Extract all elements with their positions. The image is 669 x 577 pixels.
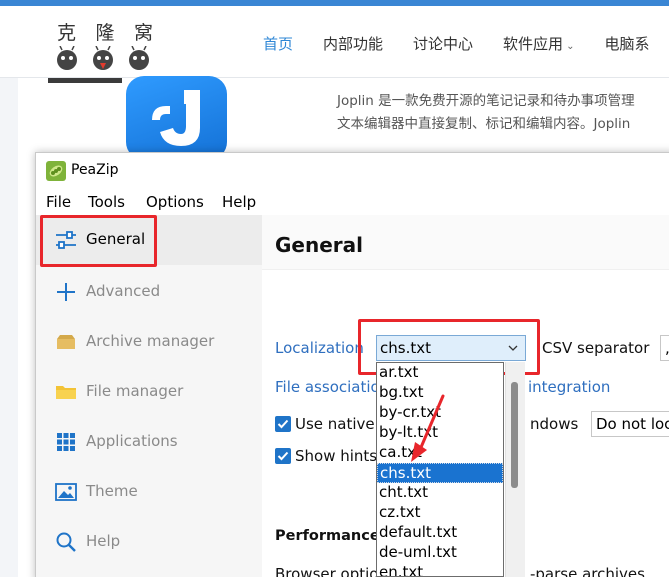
show-hints-label: Show hints bbox=[295, 447, 378, 465]
site-dark-strip bbox=[48, 78, 122, 83]
nav-internal-features[interactable]: 内部功能 bbox=[323, 33, 383, 54]
logo-char-3: 窝 bbox=[133, 22, 153, 44]
image-icon bbox=[55, 483, 77, 501]
logo-char-2: 隆 bbox=[95, 22, 115, 44]
sidebar-item-label: Archive manager bbox=[86, 332, 215, 350]
annotation-arrow-icon bbox=[411, 394, 445, 462]
menu-bar: File Tools Options Help bbox=[36, 189, 669, 215]
sidebar-item-theme[interactable]: Theme bbox=[36, 467, 262, 517]
dropdown-option-label: default.txt bbox=[379, 523, 458, 541]
logo-text: 克 隆 窝 bbox=[57, 18, 153, 45]
csv-separator-label: CSV separator bbox=[542, 339, 650, 357]
windows-select-value: Do not loc bbox=[596, 415, 669, 433]
windows-select[interactable]: Do not loc bbox=[591, 411, 669, 437]
sidebar-item-label: Applications bbox=[86, 432, 178, 450]
nav-home[interactable]: 首页 bbox=[263, 33, 293, 54]
sidebar-item-label: Help bbox=[86, 532, 121, 550]
archive-box-icon bbox=[57, 335, 75, 349]
folder-icon bbox=[56, 386, 76, 399]
sidebar-item-file-manager[interactable]: File manager bbox=[36, 367, 262, 417]
dropdown-option[interactable]: ar.txt bbox=[377, 363, 502, 383]
chevron-down-icon: ⌄ bbox=[566, 41, 575, 52]
dropdown-option[interactable]: cht.txt bbox=[377, 483, 502, 503]
preparse-archives-label: -parse archives bbox=[530, 565, 645, 577]
csv-separator-input[interactable]: , bbox=[660, 335, 669, 361]
article-line-1: Joplin 是一款免费开源的笔记记录和待办事项管理 bbox=[337, 93, 635, 109]
peazip-logo-icon bbox=[46, 161, 66, 181]
plus-icon bbox=[57, 283, 75, 301]
dropdown-option-label: cz.txt bbox=[379, 503, 421, 521]
sidebar-item-label: Theme bbox=[86, 482, 138, 500]
checkmark-icon bbox=[277, 451, 289, 461]
checkmark-icon bbox=[277, 419, 289, 429]
menu-options[interactable]: Options bbox=[146, 193, 204, 211]
joplin-app-icon bbox=[126, 76, 227, 160]
file-associations-link[interactable]: File associatio bbox=[275, 378, 380, 396]
panel-title: General bbox=[275, 233, 363, 257]
show-hints-checkbox[interactable] bbox=[275, 448, 291, 464]
dropdown-option-label: de-uml.txt bbox=[379, 543, 457, 561]
nav-computer[interactable]: 电脑系 bbox=[604, 33, 649, 54]
logo-faces-icon bbox=[57, 46, 149, 70]
dropdown-scrollbar-thumb[interactable] bbox=[511, 382, 518, 488]
options-sidebar: General Advanced Archive manager File ma… bbox=[36, 215, 262, 577]
sidebar-item-archive-manager[interactable]: Archive manager bbox=[36, 317, 262, 367]
nav-software-label: 软件应用 bbox=[503, 35, 564, 53]
window-title: PeaZip bbox=[71, 162, 119, 178]
panel-header: General bbox=[262, 215, 669, 270]
article-line-2: 文本编辑器中直接复制、标记和编辑内容。Joplin bbox=[337, 116, 631, 132]
magnifier-icon bbox=[56, 532, 76, 552]
menu-file[interactable]: File bbox=[46, 193, 71, 211]
article-text: Joplin 是一款免费开源的笔记记录和待办事项管理 文本编辑器中直接复制、标记… bbox=[337, 90, 635, 136]
grid-icon bbox=[57, 433, 75, 451]
use-native-checkbox[interactable] bbox=[275, 416, 291, 432]
logo-char-1: 克 bbox=[57, 22, 77, 44]
highlight-box-general bbox=[40, 215, 157, 267]
site-logo[interactable]: 克 隆 窝 bbox=[55, 16, 155, 72]
integration-link[interactable]: integration bbox=[528, 378, 610, 396]
window-titlebar[interactable]: PeaZip bbox=[36, 153, 669, 189]
sidebar-item-help[interactable]: Help bbox=[36, 517, 262, 567]
dropdown-option[interactable]: en.txt bbox=[377, 563, 502, 577]
sidebar-item-label: Advanced bbox=[86, 282, 161, 300]
dropdown-option[interactable]: cz.txt bbox=[377, 503, 502, 523]
dropdown-option[interactable]: default.txt bbox=[377, 523, 502, 543]
localization-link[interactable]: Localization bbox=[275, 339, 364, 357]
use-native-label: Use native bbox=[295, 415, 375, 433]
sidebar-item-applications[interactable]: Applications bbox=[36, 417, 262, 467]
menu-tools[interactable]: Tools bbox=[88, 193, 125, 211]
performance-heading: Performance bbox=[275, 528, 380, 544]
site-header: 克 隆 窝 首页 内部功能 讨论中心 软件应用 ⌄ 电脑系 bbox=[0, 6, 669, 78]
menu-help[interactable]: Help bbox=[222, 193, 256, 211]
csv-separator-value: , bbox=[665, 339, 669, 357]
sidebar-item-advanced[interactable]: Advanced bbox=[36, 267, 262, 317]
browser-options-label: Browser optio bbox=[275, 565, 379, 577]
site-nav: 首页 内部功能 讨论中心 软件应用 ⌄ 电脑系 bbox=[263, 33, 669, 54]
nav-software[interactable]: 软件应用 ⌄ bbox=[503, 33, 574, 54]
windows-label: ndows bbox=[530, 415, 579, 433]
dropdown-option[interactable]: de-uml.txt bbox=[377, 543, 502, 563]
nav-discussion[interactable]: 讨论中心 bbox=[413, 33, 473, 54]
dropdown-option-label: ar.txt bbox=[379, 363, 419, 381]
dropdown-option-label: cht.txt bbox=[379, 483, 429, 501]
dropdown-option-label: en.txt bbox=[379, 563, 424, 577]
sidebar-item-label: File manager bbox=[86, 382, 184, 400]
